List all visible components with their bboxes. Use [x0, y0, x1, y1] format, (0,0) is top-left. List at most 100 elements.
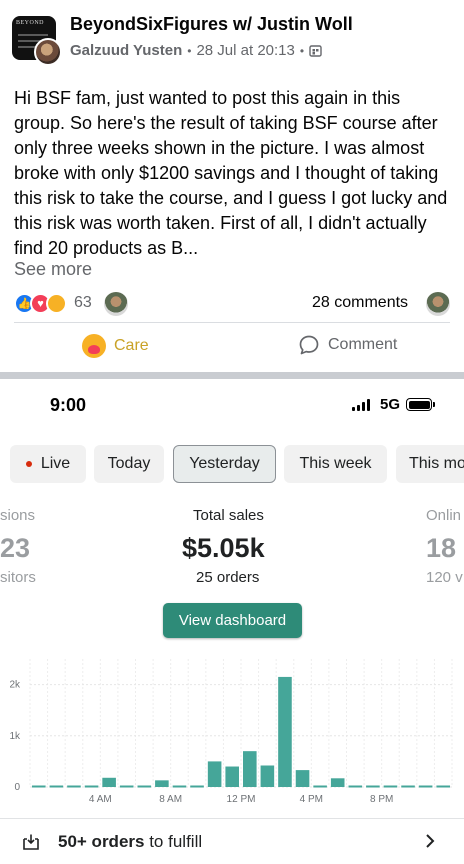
- chart-bar: [119, 785, 134, 788]
- status-time: 9:00: [50, 395, 87, 415]
- x-tick-label: 8 PM: [370, 794, 393, 805]
- chart-bar: [383, 785, 398, 788]
- chart-bar: [137, 785, 152, 788]
- logo-line: [18, 34, 48, 36]
- chart-bar: [67, 785, 81, 788]
- post-date[interactable]: 28 Jul at 20:13: [196, 42, 294, 59]
- network-type: 5G: [380, 396, 401, 413]
- tab-live-label: Live: [40, 455, 71, 472]
- x-tick-label: 12 PM: [227, 794, 256, 805]
- x-tick-label: 8 AM: [159, 794, 182, 805]
- chart-bar: [190, 785, 204, 788]
- care-reaction-icon: [82, 334, 106, 358]
- tab-today[interactable]: Today: [94, 445, 164, 483]
- chart-bar: [32, 785, 46, 788]
- divider: [14, 322, 450, 323]
- y-tick-label: 1k: [9, 731, 21, 742]
- post-actions: Care Comment: [0, 326, 464, 368]
- chart-bar: [155, 780, 169, 787]
- chart-bar: [49, 785, 64, 788]
- facebook-post: BEYOND BeyondSixFigures w/ Justin Woll G…: [0, 0, 464, 372]
- reactions-row: 👍 ♥ 63 28 comments: [14, 290, 450, 318]
- author-name[interactable]: Galzuud Yusten: [70, 42, 182, 59]
- battery-icon: [406, 398, 432, 411]
- orders-count: 25 orders: [196, 569, 260, 586]
- tab-yesterday[interactable]: Yesterday: [173, 445, 276, 483]
- post-header: BEYOND BeyondSixFigures w/ Justin Woll G…: [12, 10, 452, 66]
- x-tick-label: 4 AM: [89, 794, 112, 805]
- phone-status-bar: 9:00 5G: [0, 379, 464, 431]
- chevron-right-icon: [426, 834, 435, 848]
- group-logo-text: BEYOND: [16, 20, 44, 26]
- tab-this-month-label: This mo: [409, 455, 464, 472]
- total-sales-label: Total sales: [193, 507, 264, 524]
- commenter-avatar: [426, 292, 450, 316]
- comment-icon: [299, 335, 319, 355]
- sales-chart: 0 1k 2k 4 AM 8 AM 12 PM 4 PM 8 PM: [0, 649, 464, 809]
- tab-this-week[interactable]: This week: [284, 445, 387, 483]
- comments-count[interactable]: 28 comments: [312, 294, 408, 312]
- sales-dashboard-screenshot: 9:00 5G Live Today Yesterday This week T…: [0, 379, 464, 864]
- separator-dot: •: [299, 43, 305, 58]
- group-name[interactable]: BeyondSixFigures w/ Justin Woll: [70, 14, 353, 35]
- orders-to-fulfill-row[interactable]: 50+ orders to fulfill: [0, 818, 464, 864]
- total-sales-value: $5.05k: [182, 533, 265, 563]
- comment-label: Comment: [328, 336, 398, 353]
- online-value: 18: [426, 533, 457, 563]
- fulfill-suffix: to fulfill: [144, 832, 203, 851]
- reaction-icons[interactable]: 👍 ♥: [14, 293, 67, 314]
- privacy-icon: [309, 45, 322, 57]
- sales-bar-chart: 0 1k 2k 4 AM 8 AM 12 PM 4 PM 8 PM: [9, 659, 453, 805]
- live-dot-icon: [25, 461, 32, 467]
- battery-cap: [433, 402, 435, 407]
- chart-bar: [260, 765, 275, 787]
- x-tick-label: 4 PM: [300, 794, 323, 805]
- chart-bar: [366, 785, 380, 788]
- tab-yesterday-label: Yesterday: [189, 455, 260, 472]
- care-button[interactable]: Care: [82, 334, 149, 358]
- post-body-text: Hi BSF fam, just wanted to post this aga…: [14, 88, 448, 258]
- reaction-count[interactable]: 63: [74, 294, 92, 312]
- tab-this-week-label: This week: [299, 455, 372, 472]
- chart-bar: [436, 785, 450, 788]
- chart-bar: [330, 778, 345, 787]
- chart-bar: [295, 770, 310, 787]
- chart-bar: [172, 785, 187, 788]
- fulfill-text: 50+ orders to fulfill: [58, 832, 202, 852]
- post-text: Hi BSF fam, just wanted to post this aga…: [14, 86, 454, 261]
- chart-bar: [348, 785, 363, 788]
- y-tick-label: 0: [14, 782, 20, 793]
- sessions-value: 23: [0, 533, 31, 563]
- care-icon: [46, 293, 67, 314]
- tab-live[interactable]: Live: [10, 445, 86, 483]
- chart-bar: [401, 785, 415, 788]
- chart-bar: [278, 676, 292, 787]
- fulfill-count: 50+ orders: [58, 832, 145, 851]
- stats-row: sions 23 sitors Total sales $5.05k 25 or…: [0, 503, 464, 593]
- chart-bar: [84, 785, 99, 788]
- chart-bar: [418, 785, 433, 788]
- chart-bar: [102, 777, 116, 787]
- view-dashboard-button[interactable]: View dashboard: [163, 603, 302, 638]
- see-more-link[interactable]: See more: [14, 259, 92, 280]
- care-label: Care: [114, 337, 149, 354]
- tab-today-label: Today: [107, 455, 151, 472]
- online-sub: 120 v: [426, 569, 463, 586]
- y-tick-label: 2k: [9, 680, 21, 691]
- sessions-label: sions: [0, 507, 36, 524]
- separator-dot: •: [187, 43, 192, 58]
- comment-button[interactable]: Comment: [298, 334, 397, 356]
- chart-bar: [207, 761, 222, 787]
- logo-line: [18, 46, 36, 48]
- author-avatar[interactable]: [34, 38, 62, 66]
- fulfill-icon: [23, 834, 39, 850]
- online-label: Onlin: [426, 507, 462, 524]
- chart-bar: [313, 785, 327, 788]
- date-range-tabs: Live Today Yesterday This week This mo: [0, 445, 464, 485]
- post-meta: Galzuud Yusten • 28 Jul at 20:13 •: [70, 42, 322, 59]
- reactor-avatar: [104, 292, 128, 316]
- signal-icon: [352, 399, 370, 411]
- chart-bar: [225, 766, 239, 787]
- tab-this-month[interactable]: This mo: [396, 445, 464, 483]
- sessions-sub: sitors: [0, 569, 36, 586]
